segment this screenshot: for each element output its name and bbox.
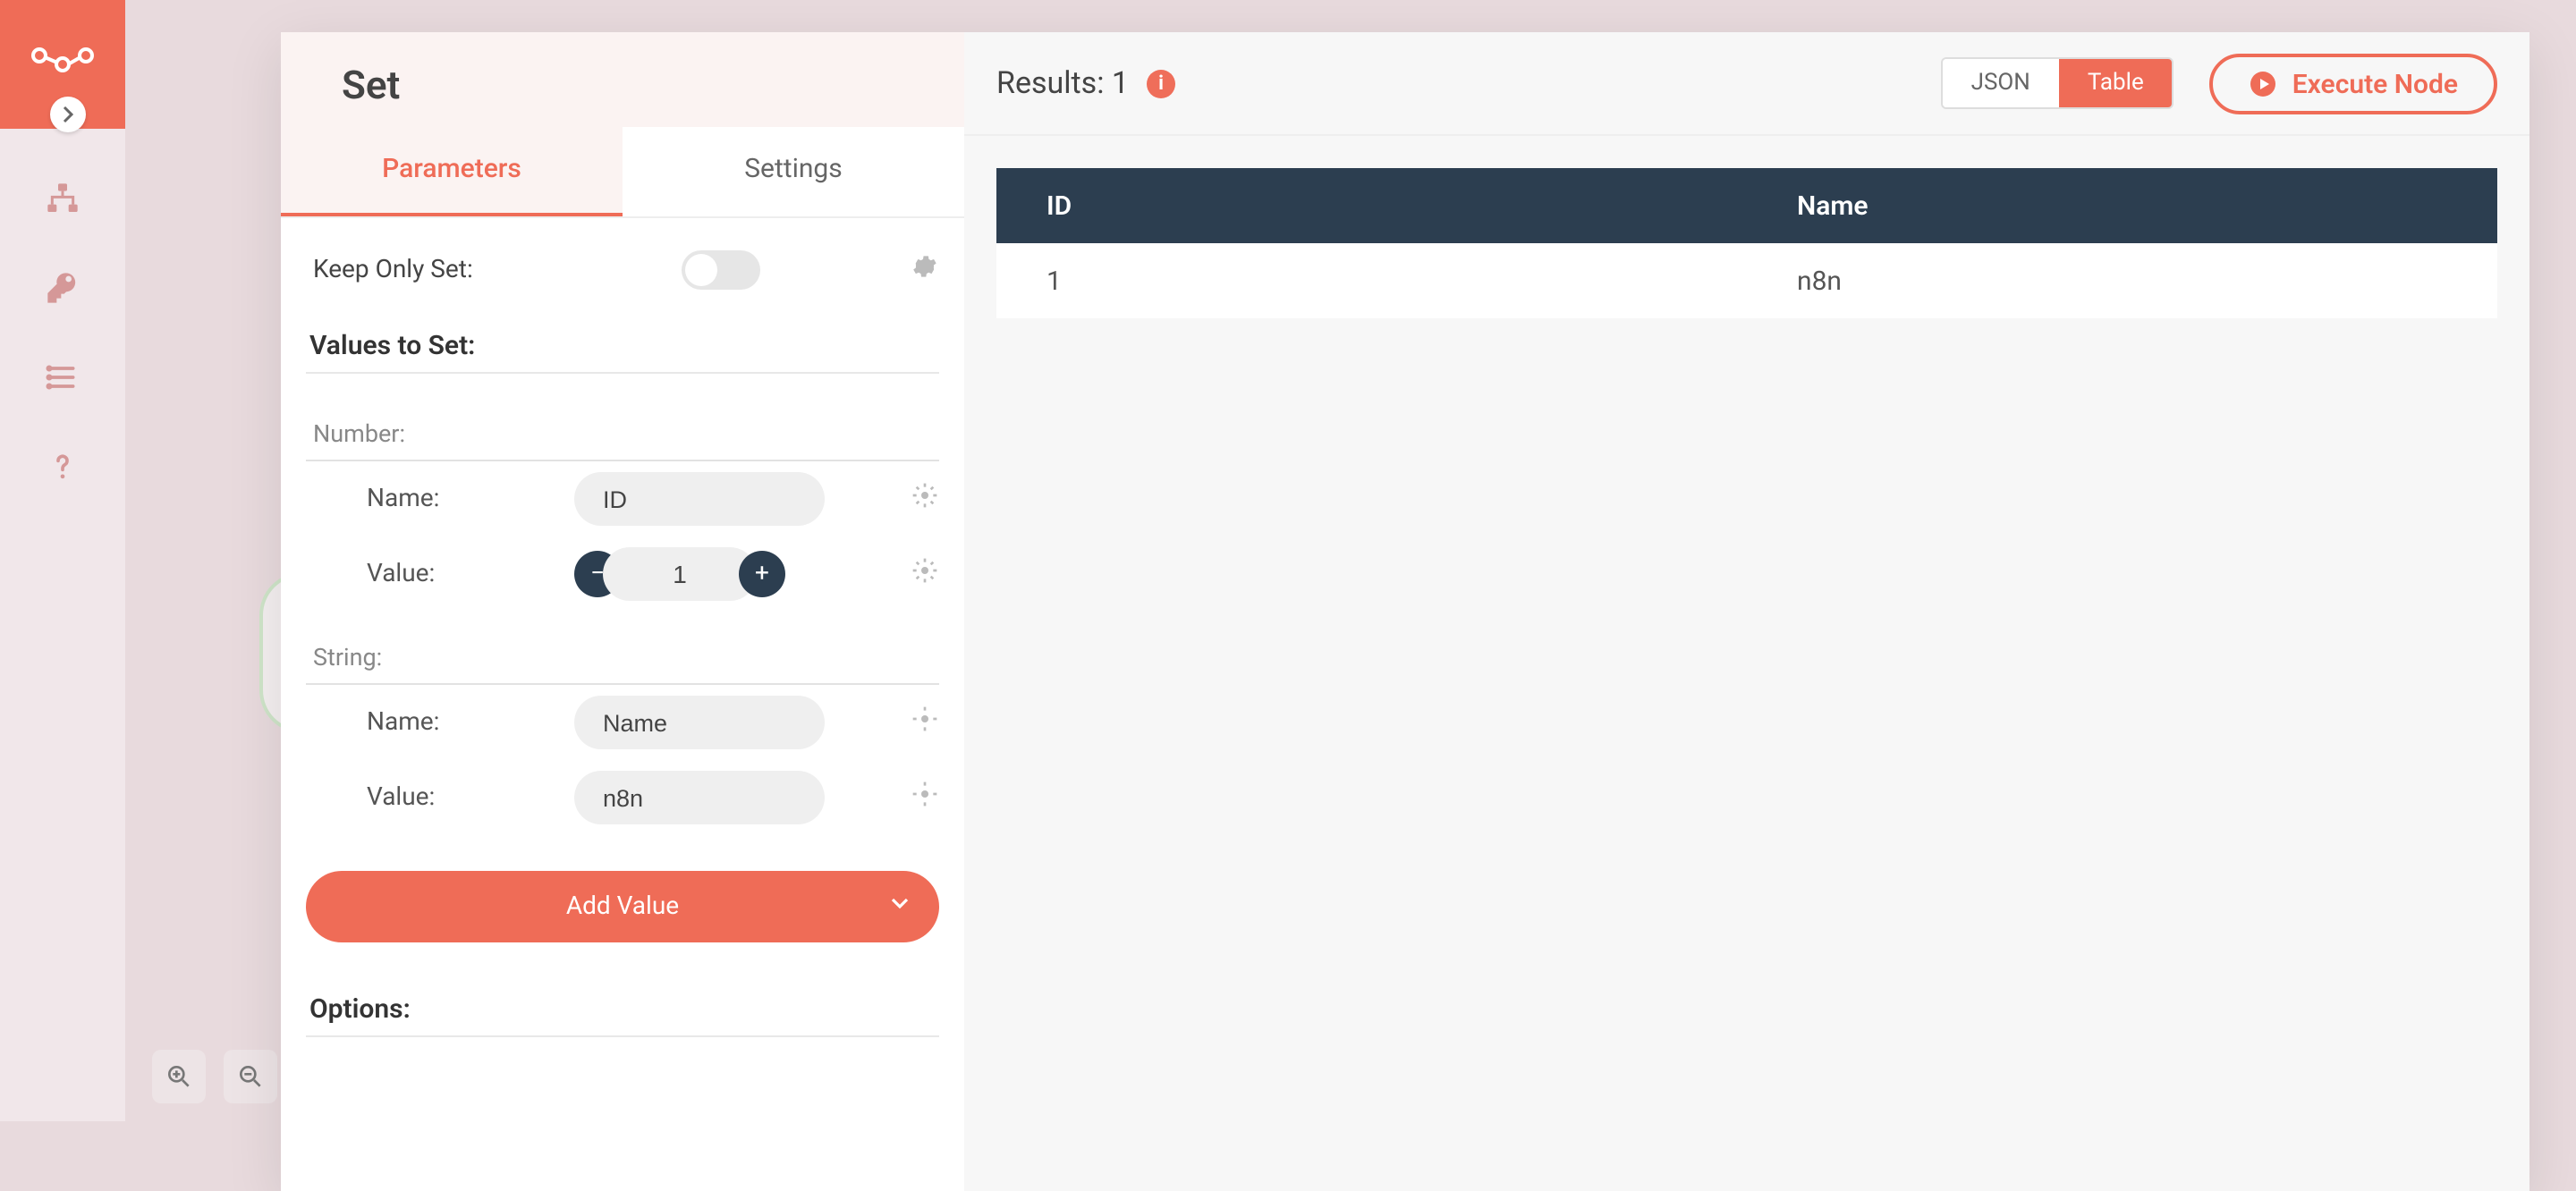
zoom-controls — [152, 1050, 277, 1103]
table-col-id: ID — [996, 168, 1747, 243]
plus-icon: + — [755, 560, 769, 588]
gear-icon[interactable] — [911, 705, 939, 740]
table-col-name: Name — [1747, 168, 2497, 243]
n8n-logo-icon — [30, 45, 95, 84]
results-table: ID Name 1 n8n — [996, 168, 2497, 318]
view-toggle: JSON Table — [1941, 57, 2174, 109]
options-title: Options: — [306, 978, 939, 1037]
brand-logo[interactable] — [0, 0, 125, 129]
play-icon — [2250, 69, 2278, 97]
parameter-panel: Set Parameters Settings Keep Only Set: — [281, 32, 964, 1191]
sidebar — [0, 0, 125, 1121]
node-title: Set — [281, 32, 964, 127]
tab-parameters[interactable]: Parameters — [281, 127, 623, 216]
gear-icon[interactable] — [911, 481, 939, 517]
add-value-button[interactable]: Add Value — [306, 871, 939, 942]
chevron-right-icon — [59, 106, 77, 123]
zoom-in-button[interactable] — [152, 1050, 206, 1103]
zoom-out-icon — [236, 1062, 265, 1091]
string-value-label: Value: — [306, 783, 574, 812]
increment-button[interactable]: + — [739, 551, 785, 597]
table-row: 1 n8n — [996, 243, 2497, 318]
gear-icon[interactable] — [911, 780, 939, 815]
values-to-set-title: Values to Set: — [306, 315, 939, 374]
cell-name: n8n — [1747, 243, 2497, 318]
output-panel: Results: 1 i JSON Table Execute Node — [964, 32, 2529, 1191]
info-icon[interactable]: i — [1147, 69, 1175, 97]
sidebar-workflows-icon[interactable] — [43, 179, 82, 218]
panel-tabs: Parameters Settings — [281, 127, 964, 218]
sidebar-collapse-button[interactable] — [50, 97, 86, 132]
tab-settings[interactable]: Settings — [623, 127, 964, 216]
number-value-input[interactable] — [603, 547, 757, 601]
string-value-input[interactable] — [574, 771, 825, 824]
zoom-out-button[interactable] — [224, 1050, 277, 1103]
execute-node-label: Execute Node — [2292, 67, 2458, 99]
number-section-title: Number: — [306, 388, 939, 461]
gear-icon[interactable] — [911, 252, 939, 288]
view-json-button[interactable]: JSON — [1943, 59, 2059, 107]
number-name-label: Name: — [306, 485, 574, 513]
execute-node-button[interactable]: Execute Node — [2210, 53, 2497, 114]
zoom-in-icon — [165, 1062, 193, 1091]
gear-icon[interactable] — [911, 556, 939, 592]
results-count: Results: 1 — [996, 65, 1129, 101]
keep-only-set-label: Keep Only Set: — [306, 256, 574, 284]
add-value-label: Add Value — [566, 892, 679, 921]
keep-only-set-toggle[interactable] — [682, 250, 760, 290]
string-name-label: Name: — [306, 708, 574, 737]
sidebar-help-icon[interactable] — [43, 447, 82, 486]
number-value-label: Value: — [306, 560, 574, 588]
number-name-input[interactable] — [574, 472, 825, 526]
string-section-title: String: — [306, 612, 939, 685]
sidebar-executions-icon[interactable] — [43, 358, 82, 397]
sidebar-credentials-icon[interactable] — [43, 268, 82, 308]
chevron-down-icon — [889, 892, 911, 921]
cell-id: 1 — [996, 243, 1747, 318]
node-editor-modal: Set Parameters Settings Keep Only Set: — [281, 32, 2529, 1191]
view-table-button[interactable]: Table — [2059, 59, 2173, 107]
string-name-input[interactable] — [574, 696, 825, 749]
